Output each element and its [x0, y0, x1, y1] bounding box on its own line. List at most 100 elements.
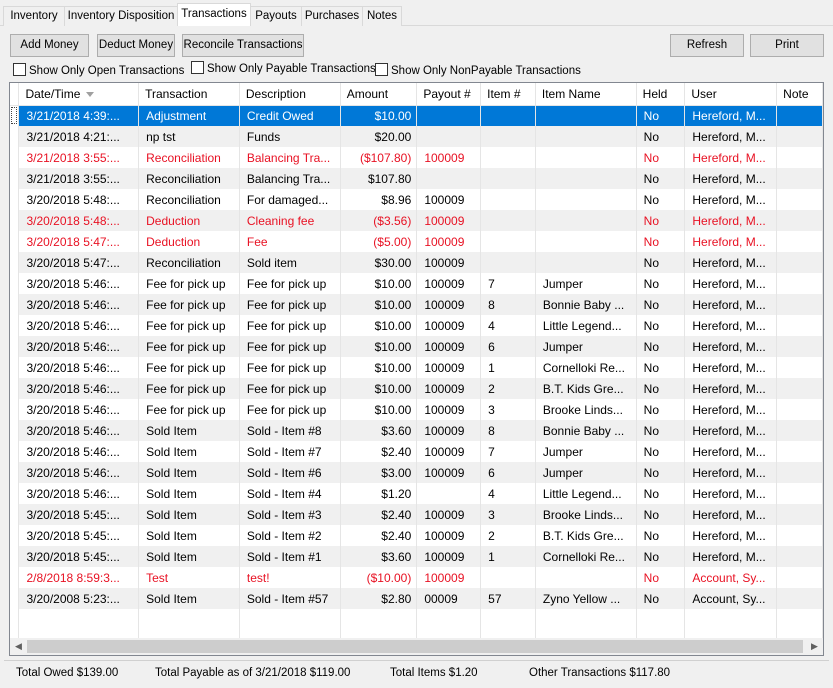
- col-header-datetime[interactable]: Date/Time: [18, 83, 140, 106]
- row-selector[interactable]: [10, 588, 20, 609]
- cell-amount[interactable]: $10.00: [340, 273, 418, 294]
- cell-item[interactable]: 57: [480, 588, 536, 609]
- cell-description[interactable]: Fee for pick up: [239, 294, 341, 315]
- cell-payout[interactable]: 100009: [416, 273, 482, 294]
- cell-amount[interactable]: $3.60: [340, 420, 418, 441]
- cell-datetime[interactable]: 3/20/2018 5:46:...: [18, 357, 140, 378]
- cell-amount[interactable]: ($10.00): [340, 567, 418, 588]
- cell-datetime[interactable]: 3/20/2018 5:46:...: [18, 399, 140, 420]
- cell-note[interactable]: [776, 399, 823, 420]
- cell-held[interactable]: No: [636, 504, 686, 525]
- cell-amount[interactable]: $10.00: [340, 399, 418, 420]
- row-selector[interactable]: [10, 273, 20, 294]
- cell-item[interactable]: 6: [480, 336, 536, 357]
- cell-user[interactable]: Hereford, M...: [684, 105, 778, 126]
- cell-note[interactable]: [776, 147, 823, 168]
- cell-payout[interactable]: 100009: [416, 147, 482, 168]
- cell-item-name[interactable]: [535, 189, 637, 210]
- cell-description[interactable]: Fee for pick up: [239, 336, 341, 357]
- table-row[interactable]: 3/20/2018 5:46:... Fee for pick up Fee for…: [10, 357, 823, 378]
- cell-description[interactable]: Sold - Item #2: [239, 525, 341, 546]
- row-selector[interactable]: [10, 462, 20, 483]
- cell-note[interactable]: [776, 315, 823, 336]
- cell-item[interactable]: [480, 168, 536, 189]
- cell-payout[interactable]: 100009: [416, 525, 482, 546]
- cell-payout[interactable]: 100009: [416, 420, 482, 441]
- row-selector[interactable]: [10, 378, 20, 399]
- table-row[interactable]: 2/8/2018 8:59:3... Test test! ($10.00) 10000…: [10, 567, 823, 588]
- cell-user[interactable]: Hereford, M...: [684, 462, 778, 483]
- cell-item[interactable]: 4: [480, 315, 536, 336]
- cell-datetime[interactable]: 3/20/2018 5:48:...: [18, 189, 140, 210]
- cell-transaction[interactable]: Sold Item: [138, 441, 240, 462]
- cell-item-name[interactable]: [535, 168, 637, 189]
- cell-user[interactable]: Account, Sy...: [684, 567, 778, 588]
- cell-description[interactable]: Cleaning fee: [239, 210, 341, 231]
- cell-item[interactable]: 8: [480, 294, 536, 315]
- cell-transaction[interactable]: Sold Item: [138, 483, 240, 504]
- cell-held[interactable]: No: [636, 357, 686, 378]
- scroll-right-icon[interactable]: ▶: [806, 638, 823, 655]
- cell-held[interactable]: No: [636, 378, 686, 399]
- cell-note[interactable]: [776, 420, 823, 441]
- table-row[interactable]: 3/20/2018 5:46:... Sold Item Sold - Item #…: [10, 462, 823, 483]
- cell-payout[interactable]: 00009: [416, 588, 482, 609]
- tab-transactions[interactable]: Transactions: [177, 3, 251, 26]
- cell-amount[interactable]: $10.00: [340, 315, 418, 336]
- col-header-transaction[interactable]: Transaction: [138, 83, 240, 106]
- cell-amount[interactable]: $10.00: [340, 336, 418, 357]
- row-selector[interactable]: [10, 504, 20, 525]
- cell-payout[interactable]: [416, 483, 482, 504]
- cell-datetime[interactable]: 2/8/2018 8:59:3...: [18, 567, 140, 588]
- cell-transaction[interactable]: Fee for pick up: [138, 336, 240, 357]
- cell-note[interactable]: [776, 105, 823, 126]
- cell-transaction[interactable]: Adjustment: [138, 105, 240, 126]
- cell-held[interactable]: No: [636, 546, 686, 567]
- cell-held[interactable]: No: [636, 147, 686, 168]
- cell-held[interactable]: No: [636, 567, 686, 588]
- cell-held[interactable]: No: [636, 252, 686, 273]
- row-selector[interactable]: [10, 252, 20, 273]
- cell-datetime[interactable]: 3/20/2018 5:45:...: [18, 525, 140, 546]
- cell-held[interactable]: No: [636, 525, 686, 546]
- cell-transaction[interactable]: np tst: [138, 126, 240, 147]
- cell-item[interactable]: [480, 252, 536, 273]
- cell-transaction[interactable]: Reconciliation: [138, 189, 240, 210]
- cell-held[interactable]: No: [636, 231, 686, 252]
- cell-payout[interactable]: [416, 105, 482, 126]
- cell-transaction[interactable]: Sold Item: [138, 462, 240, 483]
- cell-held[interactable]: No: [636, 420, 686, 441]
- row-selector[interactable]: [10, 105, 20, 126]
- cell-amount[interactable]: $107.80: [340, 168, 418, 189]
- cell-item-name[interactable]: Brooke Linds...: [535, 504, 637, 525]
- cell-note[interactable]: [776, 525, 823, 546]
- cell-payout[interactable]: [416, 126, 482, 147]
- cell-datetime[interactable]: 3/20/2018 5:46:...: [18, 441, 140, 462]
- cell-datetime[interactable]: 3/21/2018 3:55:...: [18, 168, 140, 189]
- cell-datetime[interactable]: 3/20/2018 5:46:...: [18, 315, 140, 336]
- col-header-payout[interactable]: Payout #: [416, 83, 482, 106]
- table-row[interactable]: 3/20/2018 5:46:... Fee for pick up Fee for…: [10, 399, 823, 420]
- cell-item-name[interactable]: [535, 231, 637, 252]
- horizontal-scrollbar[interactable]: ◀ ▶: [10, 638, 823, 655]
- cell-item-name[interactable]: Bonnie Baby ...: [535, 294, 637, 315]
- table-row[interactable]: 3/20/2018 5:46:... Fee for pick up Fee for…: [10, 315, 823, 336]
- add-money-button[interactable]: Add Money: [10, 34, 89, 57]
- cell-transaction[interactable]: Fee for pick up: [138, 294, 240, 315]
- cell-datetime[interactable]: 3/20/2018 5:46:...: [18, 378, 140, 399]
- table-row[interactable]: 3/20/2018 5:47:... Reconciliation Sold ite…: [10, 252, 823, 273]
- row-selector[interactable]: [10, 294, 20, 315]
- row-selector[interactable]: [10, 399, 20, 420]
- cell-payout[interactable]: 100009: [416, 252, 482, 273]
- cell-note[interactable]: [776, 378, 823, 399]
- tab-notes[interactable]: Notes: [362, 6, 402, 26]
- cell-item-name[interactable]: [535, 126, 637, 147]
- cell-note[interactable]: [776, 462, 823, 483]
- cell-item[interactable]: 4: [480, 483, 536, 504]
- cell-payout[interactable]: 100009: [416, 210, 482, 231]
- cell-user[interactable]: Hereford, M...: [684, 336, 778, 357]
- cell-user[interactable]: Hereford, M...: [684, 483, 778, 504]
- row-selector[interactable]: [10, 210, 20, 231]
- cell-item[interactable]: 6: [480, 462, 536, 483]
- refresh-button[interactable]: Refresh: [670, 34, 744, 57]
